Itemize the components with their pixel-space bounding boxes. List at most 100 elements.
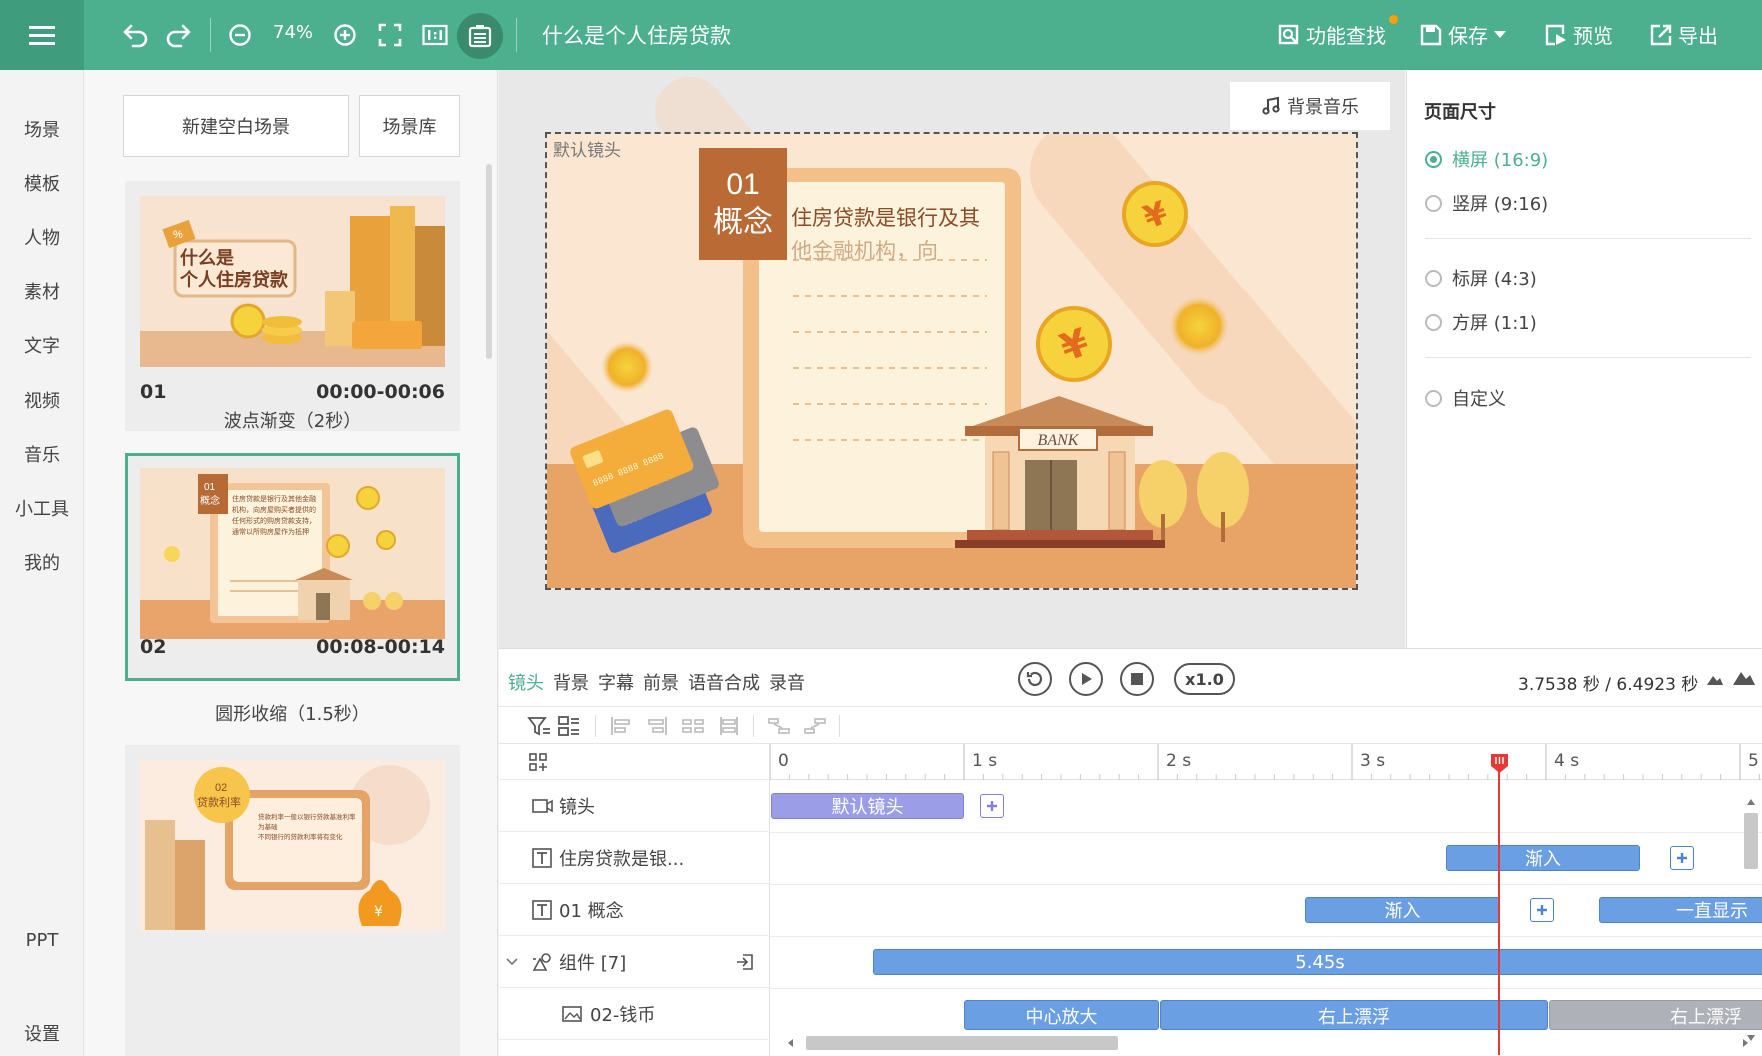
nav-item-music[interactable]: 音乐 [0, 441, 84, 467]
page-size-option-square[interactable]: 方屏 (1:1) [1425, 309, 1537, 335]
preview-button[interactable]: 预览 [1545, 20, 1613, 49]
align-left-icon[interactable] [609, 715, 633, 737]
clip-default-camera[interactable]: 默认镜头 [771, 793, 964, 819]
timeline-horizontal-scrollbar[interactable] [782, 1033, 1754, 1053]
bank-sign: BANK [1038, 432, 1080, 449]
page-size-option-standard[interactable]: 标屏 (4:3) [1425, 265, 1537, 291]
filter-icon[interactable] [527, 715, 551, 737]
track-label: 组件 [7] [559, 952, 627, 974]
scene-03-text-1: 贷款利率一般以银行贷款基准利率为基础 [258, 813, 356, 831]
zoom-in-button[interactable] [327, 17, 363, 53]
tab-recording[interactable]: 录音 [769, 669, 805, 695]
stagger-icon[interactable] [767, 715, 791, 737]
background-music-button[interactable]: 背景音乐 [1230, 82, 1390, 130]
menu-button[interactable] [0, 0, 84, 70]
replay-button[interactable] [1018, 662, 1052, 696]
zoom-timeline-out-icon[interactable] [1707, 673, 1723, 685]
save-button[interactable]: 保存 [1420, 20, 1506, 49]
group-icon[interactable] [557, 715, 581, 737]
nav-item-video[interactable]: 视频 [0, 387, 84, 413]
add-camera-button[interactable] [980, 794, 1004, 818]
scene-02-text: 住房贷款是银行及其他金融机构，向房屋购买者提供的任何形式的购房贷款支持，通常以所… [232, 495, 316, 536]
undo-button[interactable] [118, 17, 154, 53]
stage-canvas[interactable]: 默认镜头 01 概念 住房贷款是银行及其 他金融机构，向 ¥ ¥ 8888 88… [545, 132, 1358, 590]
search-icon [1278, 24, 1299, 44]
nav-item-settings[interactable]: 设置 [0, 1020, 84, 1046]
zoom-timeline-in-icon[interactable] [1733, 669, 1755, 685]
nav-item-scene[interactable]: 场景 [0, 116, 84, 142]
add-animation-button[interactable] [1530, 898, 1554, 922]
scene-card-01[interactable]: % 什么是 个人住房贷款 01 00:00-00:06 [125, 181, 460, 431]
tab-subtitle[interactable]: 字幕 [598, 669, 634, 695]
clip-center-zoom[interactable]: 中心放大 [964, 1000, 1159, 1030]
timeline-vertical-scrollbar[interactable] [1741, 795, 1761, 1045]
clip-float-up-right[interactable]: 右上漂浮 [1160, 1000, 1548, 1030]
nav-item-template[interactable]: 模板 [0, 170, 84, 196]
toolbar-separator [839, 715, 840, 737]
grid-add-icon[interactable] [529, 753, 547, 771]
nav-item-ppt[interactable]: PPT [0, 930, 84, 951]
scene-card-03[interactable]: 02 贷款利率 贷款利率一般以银行贷款基准利率为基础 不同银行的贷款利率将有变化… [125, 745, 460, 1056]
radio-icon [1425, 194, 1442, 212]
track-component-group[interactable]: 组件 [7] [499, 936, 770, 988]
scene-card-02[interactable]: 01 概念 住房贷款是银行及其他金融机构，向房屋购买者提供的任何形式的购房贷款支… [125, 453, 460, 681]
export-button[interactable]: 导出 [1650, 20, 1718, 49]
time-ruler[interactable]: 0 1 s 2 s 3 s 4 s 5 [770, 744, 1762, 780]
collapse-chevron-icon[interactable] [506, 958, 518, 966]
scene-transition-02[interactable]: 圆形收缩（1.5秒） [125, 700, 460, 726]
scene-library-button[interactable]: 场景库 [359, 95, 460, 157]
scene-03-badge-num: 02 [215, 782, 227, 794]
scene-01-badge: % [173, 229, 183, 241]
feature-search-button[interactable]: 功能查找 [1278, 20, 1386, 49]
redo-button[interactable] [160, 17, 196, 53]
document-title[interactable]: 什么是个人住房贷款 [542, 20, 731, 50]
tab-foreground[interactable]: 前景 [643, 669, 679, 695]
stop-button[interactable] [1120, 662, 1154, 696]
nav-item-material[interactable]: 素材 [0, 278, 84, 304]
page-size-option-landscape[interactable]: 横屏 (16:9) [1425, 146, 1548, 172]
new-blank-scene-button[interactable]: 新建空白场景 [123, 95, 349, 157]
save-label: 保存 [1448, 24, 1488, 48]
redo-icon [166, 24, 191, 48]
plus-icon [987, 801, 997, 811]
clip-fade-in-concept[interactable]: 渐入 [1305, 897, 1500, 923]
track-text-loan[interactable]: 住房贷款是银... [499, 832, 770, 884]
replay-icon [1026, 671, 1043, 687]
scene-02-badge-num: 01 [204, 482, 216, 493]
tab-background[interactable]: 背景 [553, 669, 589, 695]
play-button[interactable] [1069, 662, 1103, 696]
track-coin[interactable]: 02-钱币 [499, 988, 770, 1040]
tick-label: 4 s [1554, 751, 1580, 771]
radio-icon [1425, 389, 1442, 407]
tab-camera[interactable]: 镜头 [508, 669, 544, 695]
distribute-icon[interactable] [681, 715, 705, 737]
clip-always-show[interactable]: 一直显示 [1599, 897, 1762, 923]
canvas-area: 背景音乐 默认镜头 01 概念 住房贷款是银行及其 他金融机构，向 ¥ ¥ 88… [499, 70, 1405, 648]
align-right-icon[interactable] [645, 715, 669, 737]
nav-item-text[interactable]: 文字 [0, 332, 84, 358]
scene-transition-01[interactable]: 波点渐变（2秒） [125, 407, 460, 433]
track-text-concept[interactable]: 01 概念 [499, 884, 770, 936]
keyboard-shortcut-button[interactable] [457, 13, 503, 59]
same-length-icon[interactable] [717, 715, 741, 737]
playhead-handle[interactable] [1490, 752, 1509, 774]
clip-component-duration[interactable]: 5.45s [873, 949, 1762, 975]
scene-panel-scrollbar[interactable] [486, 164, 492, 359]
exit-group-icon[interactable] [735, 952, 755, 972]
clip-float-up-right-2[interactable]: 右上漂浮 [1549, 1000, 1762, 1030]
page-size-option-portrait[interactable]: 竖屏 (9:16) [1425, 190, 1548, 216]
nav-item-character[interactable]: 人物 [0, 224, 84, 250]
tab-tts[interactable]: 语音合成 [688, 669, 760, 695]
track-camera[interactable]: 镜头 [499, 780, 770, 832]
reverse-stagger-icon[interactable] [803, 715, 827, 737]
add-animation-button[interactable] [1670, 846, 1694, 870]
playback-speed-button[interactable]: x1.0 [1174, 663, 1235, 695]
fullscreen-button[interactable] [372, 17, 408, 53]
clip-fade-in-loan[interactable]: 渐入 [1446, 845, 1640, 871]
actual-size-button[interactable] [417, 17, 453, 53]
zoom-out-button[interactable] [222, 17, 258, 53]
nav-item-tools[interactable]: 小工具 [0, 495, 84, 521]
page-size-option-custom[interactable]: 自定义 [1425, 385, 1506, 411]
image-track-icon [562, 1005, 582, 1022]
nav-item-mine[interactable]: 我的 [0, 549, 84, 575]
